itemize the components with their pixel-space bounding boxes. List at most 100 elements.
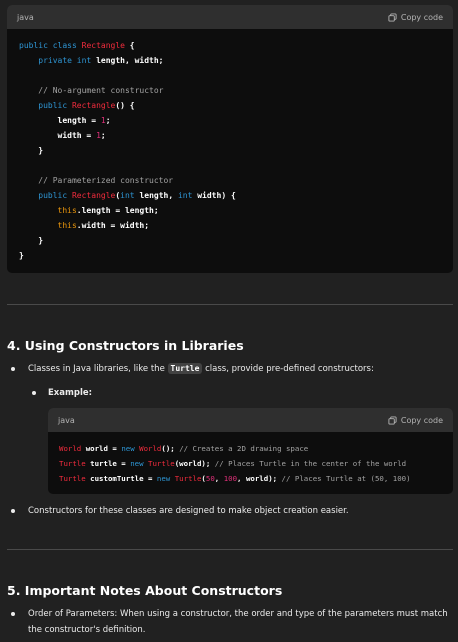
code-language-label: java — [17, 12, 34, 22]
code-token: new — [121, 444, 140, 453]
code-line: width = 1; — [19, 128, 441, 143]
sub-bullet-example: Example: — [48, 388, 93, 398]
copy-icon — [388, 12, 397, 22]
code-line: } — [19, 233, 441, 248]
code-block-turtle: java Copy code World world = new World()… — [48, 408, 453, 494]
code-line: public Rectangle() { — [19, 98, 441, 113]
code-token: // Places Turtle in the center of the wo… — [214, 459, 407, 468]
code-token: Turtle — [59, 474, 91, 483]
copy-code-button[interactable]: Copy code — [388, 416, 443, 425]
code-token: width = — [19, 131, 97, 140]
copy-icon — [388, 415, 397, 425]
code-token: ; — [105, 116, 111, 125]
section-divider — [7, 549, 453, 550]
section-divider — [7, 304, 453, 305]
bullet-dot — [32, 391, 36, 395]
code-token: World — [59, 444, 86, 453]
bullet-constructors-easier: Constructors for these classes are desig… — [28, 506, 349, 516]
code-token: Turtle — [148, 459, 175, 468]
code-line: Turtle customTurtle = new Turtle(50, 100… — [59, 471, 442, 486]
code-line: } — [19, 248, 441, 263]
code-token: } — [19, 251, 24, 260]
code-line: this.width = width; — [19, 218, 441, 233]
code-token: length, width; — [96, 56, 164, 65]
code-token: .length = length; — [76, 206, 159, 215]
code-block-header: java Copy code — [48, 408, 453, 432]
inline-code-turtle: Turtle — [167, 363, 203, 374]
code-token: // Creates a 2D drawing space — [179, 444, 309, 453]
bullet-dot — [11, 509, 15, 513]
code-content: public class Rectangle { private int len… — [7, 29, 453, 272]
code-block-header: java Copy code — [7, 5, 453, 29]
section-heading-4: 4. Using Constructors in Libraries — [7, 338, 244, 353]
code-token: Rectangle — [71, 191, 116, 200]
code-token: world = — [85, 444, 122, 453]
code-line: public Rectangle(int length, int width) … — [19, 188, 441, 203]
code-line: this.length = length; — [19, 203, 441, 218]
code-token: , world); — [237, 474, 282, 483]
section-heading-5: 5. Important Notes About Constructors — [7, 583, 283, 598]
code-token: this — [57, 206, 77, 215]
code-token: () { — [115, 101, 135, 110]
code-token: turtle = — [90, 459, 131, 468]
code-line: // Parameterized constructor — [19, 173, 441, 188]
code-language-label: java — [58, 415, 75, 425]
code-token: Rectangle — [81, 41, 125, 50]
code-token: ; — [100, 131, 106, 140]
bullet-libraries: Classes in Java libraries, like the Turt… — [28, 361, 374, 377]
code-token: { — [124, 41, 135, 50]
code-line: // No-argument constructor — [19, 83, 441, 98]
code-line: World world = new World(); // Creates a … — [59, 441, 442, 456]
code-token: length = — [19, 116, 101, 125]
code-token: length, — [139, 191, 178, 200]
code-token: } — [19, 236, 44, 245]
code-token: .width = width; — [76, 221, 150, 230]
code-token: // Places Turtle at (50, 100) — [281, 474, 411, 483]
bullet-order-of-parameters: Order of Parameters: When using a constr… — [28, 606, 448, 638]
code-token: new — [130, 459, 149, 468]
code-token: World — [139, 444, 162, 453]
code-token: new — [156, 474, 175, 483]
code-token: Turtle — [174, 474, 202, 483]
code-token: this — [57, 221, 77, 230]
code-token: public — [38, 191, 72, 200]
bullet-dot — [11, 367, 15, 371]
code-line: length = 1; — [19, 113, 441, 128]
code-content: World world = new World(); // Creates a … — [48, 432, 453, 494]
code-token: // Parameterized constructor — [19, 176, 174, 185]
code-token: Turtle — [59, 459, 91, 468]
code-token: 100 — [223, 474, 238, 483]
bullet-text: class, provide pre-defined constructors: — [202, 364, 374, 374]
code-token: int — [177, 191, 198, 200]
copy-code-label: Copy code — [400, 415, 443, 425]
copy-code-label: Copy code — [400, 12, 443, 22]
code-token: (); — [161, 444, 180, 453]
code-token: public — [38, 101, 72, 110]
code-line: Turtle turtle = new Turtle(world); // Pl… — [59, 456, 442, 471]
code-token: int — [120, 191, 140, 200]
bullet-lead: Order of Parameters: — [28, 609, 118, 619]
code-token: } — [19, 146, 44, 155]
code-token: (world); — [174, 459, 215, 468]
code-line: } — [19, 143, 441, 158]
bullet-text: Classes in Java libraries, like the — [28, 364, 168, 374]
code-token: // No-argument constructor — [19, 86, 164, 95]
code-line: public class Rectangle { — [19, 38, 441, 53]
code-token: 50 — [205, 474, 215, 483]
code-token: private int — [38, 56, 97, 65]
bullet-dot — [11, 612, 15, 616]
copy-code-button[interactable]: Copy code — [388, 13, 443, 22]
code-block-rectangle: java Copy code public class Rectangle { … — [7, 5, 453, 273]
code-token: width) { — [197, 191, 236, 200]
code-token: public class — [19, 41, 82, 50]
code-line: private int length, width; — [19, 53, 441, 68]
code-token: customTurtle = — [90, 474, 157, 483]
code-token: , — [214, 474, 224, 483]
